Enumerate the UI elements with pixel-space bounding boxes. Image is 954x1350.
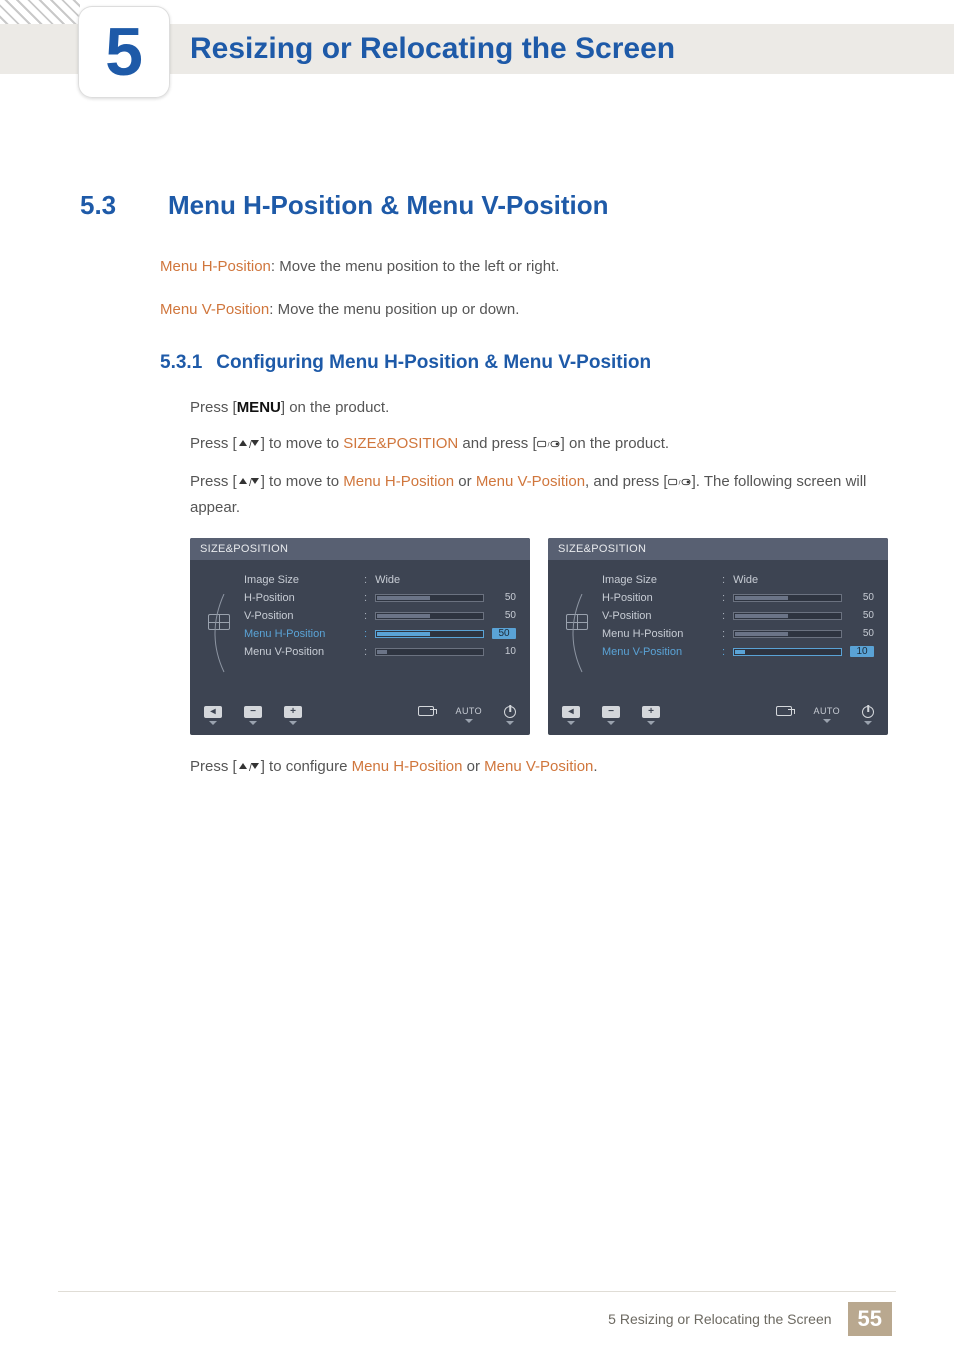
up-down-arrows-icon: / <box>237 434 261 458</box>
osd-values: :Wide :50 :50 :50 :10 <box>722 574 874 670</box>
osd-curve-decoration <box>568 594 588 674</box>
osd-title: SIZE&POSITION <box>190 538 530 560</box>
step-3: Press [/] to move to Menu H-Position or … <box>190 470 894 520</box>
step-1: Press [MENU] on the product. <box>190 396 894 420</box>
osd-panel-menu-v: SIZE&POSITION Image Size H-Position V-Po… <box>548 538 888 735</box>
svg-text:/: / <box>249 763 252 773</box>
osd-power-button <box>862 706 874 725</box>
osd-plus-button: + <box>642 706 660 725</box>
chapter-title: Resizing or Relocating the Screen <box>190 32 675 66</box>
page-number: 55 <box>848 1302 892 1336</box>
osd-labels: Image Size H-Position V-Position Menu H-… <box>244 574 354 670</box>
osd-values: :Wide :50 :50 :50 :10 <box>364 574 516 670</box>
up-down-arrows-icon: / <box>237 757 261 781</box>
page-footer: 5 Resizing or Relocating the Screen 55 <box>0 1302 954 1336</box>
source-enter-icon: / <box>537 434 561 458</box>
osd-panel-menu-h: SIZE&POSITION Image Size H-Position V-Po… <box>190 538 530 735</box>
power-icon <box>504 706 516 718</box>
chapter-badge: 5 <box>78 6 170 98</box>
osd-minus-button: − <box>244 706 262 725</box>
osd-back-button: ◂ <box>562 706 580 725</box>
osd-power-button <box>504 706 516 725</box>
paragraph-menu-v: Menu V-Position: Move the menu position … <box>160 298 894 321</box>
footer-text: 5 Resizing or Relocating the Screen <box>608 1311 831 1327</box>
step-2: Press [/] to move to SIZE&POSITION and p… <box>190 432 894 458</box>
osd-labels: Image Size H-Position V-Position Menu H-… <box>602 574 712 670</box>
section-number: 5.3 <box>80 190 140 221</box>
source-enter-icon: / <box>668 472 692 496</box>
osd-minus-button: − <box>602 706 620 725</box>
osd-title: SIZE&POSITION <box>548 538 888 560</box>
section-heading: 5.3 Menu H-Position & Menu V-Position <box>80 190 894 221</box>
footer-rule <box>58 1291 896 1292</box>
svg-text:/: / <box>249 478 252 488</box>
up-down-arrows-icon: / <box>237 472 261 496</box>
chapter-number: 5 <box>105 13 143 91</box>
svg-text:/: / <box>678 479 680 486</box>
osd-curve-decoration <box>210 594 230 674</box>
osd-auto-button: AUTO <box>456 706 482 725</box>
svg-text:/: / <box>547 441 549 448</box>
osd-back-button: ◂ <box>204 706 222 725</box>
osd-auto-button: AUTO <box>814 706 840 725</box>
step-4: Press [/] to configure Menu H-Position o… <box>190 755 894 781</box>
osd-selected-label: Menu V-Position <box>602 646 712 658</box>
osd-plus-button: + <box>284 706 302 725</box>
section-title: Menu H-Position & Menu V-Position <box>168 190 609 221</box>
osd-source-button <box>418 706 434 725</box>
osd-source-button <box>776 706 792 725</box>
subsection-heading: 5.3.1Configuring Menu H-Position & Menu … <box>160 352 894 374</box>
menu-button-label: MENU <box>237 399 281 416</box>
svg-text:/: / <box>249 440 252 450</box>
power-icon <box>862 706 874 718</box>
paragraph-menu-h: Menu H-Position: Move the menu position … <box>160 255 894 278</box>
osd-selected-label: Menu H-Position <box>244 628 354 640</box>
